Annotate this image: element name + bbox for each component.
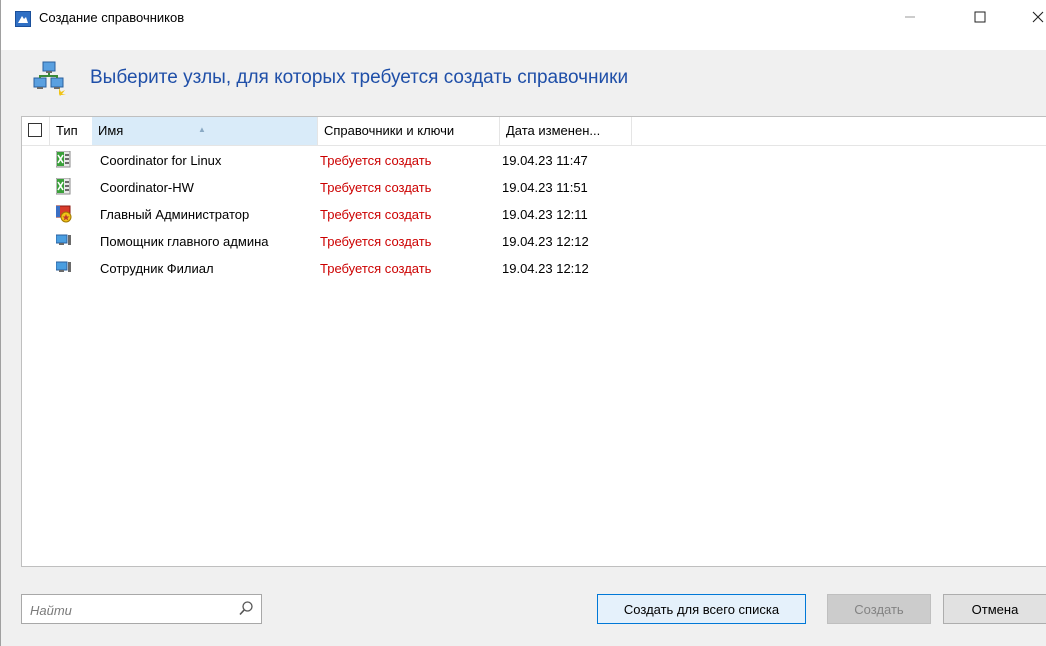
close-icon bbox=[1032, 11, 1044, 23]
dialog-header: Выберите узлы, для которых требуется соз… bbox=[1, 50, 1046, 112]
minimize-button[interactable] bbox=[887, 0, 933, 34]
column-keys[interactable]: Справочники и ключи bbox=[318, 117, 500, 145]
column-keys-label: Справочники и ключи bbox=[324, 123, 455, 138]
table-row[interactable]: Главный Администратор Требуется создать … bbox=[22, 201, 1046, 228]
header-instruction: Выберите узлы, для которых требуется соз… bbox=[90, 67, 629, 88]
client-icon bbox=[55, 259, 72, 277]
column-name[interactable]: Имя ▲ bbox=[92, 117, 318, 145]
title-bar: Создание справочников bbox=[1, 0, 1046, 50]
table-row[interactable]: Coordinator for Linux Требуется создать … bbox=[22, 147, 1046, 174]
close-button[interactable] bbox=[1015, 0, 1046, 34]
admin-icon bbox=[55, 205, 72, 223]
table-row[interactable]: Сотрудник Филиал Требуется создать 19.04… bbox=[22, 255, 1046, 282]
row-status: Требуется создать bbox=[320, 207, 432, 222]
table-row[interactable]: Помощник главного админа Требуется созда… bbox=[22, 228, 1046, 255]
coordinator-icon bbox=[55, 150, 72, 169]
search-input[interactable] bbox=[28, 599, 232, 621]
coordinator-icon bbox=[55, 177, 72, 196]
maximize-button[interactable] bbox=[957, 0, 1003, 34]
nodes-list[interactable]: Тип Имя ▲ Справочники и ключи Дата измен… bbox=[21, 116, 1046, 567]
row-status: Требуется создать bbox=[320, 180, 432, 195]
sort-ascending-icon: ▲ bbox=[198, 125, 206, 134]
client-icon bbox=[55, 232, 72, 250]
column-type-label: Тип bbox=[56, 123, 78, 138]
search-icon[interactable] bbox=[238, 600, 254, 623]
table-row[interactable]: Coordinator-HW Требуется создать 19.04.2… bbox=[22, 174, 1046, 201]
cancel-button[interactable]: Отмена bbox=[943, 594, 1046, 624]
row-date: 19.04.23 11:51 bbox=[502, 180, 588, 195]
row-status: Требуется создать bbox=[320, 153, 432, 168]
row-name: Coordinator-HW bbox=[100, 180, 194, 195]
maximize-icon bbox=[974, 11, 986, 23]
row-name: Помощник главного админа bbox=[100, 234, 269, 249]
row-name: Главный Администратор bbox=[100, 207, 250, 222]
network-nodes-icon bbox=[33, 60, 67, 96]
column-date-label: Дата изменен... bbox=[506, 123, 601, 138]
select-all-column[interactable] bbox=[22, 117, 50, 145]
row-name: Coordinator for Linux bbox=[100, 153, 222, 168]
app-icon bbox=[15, 11, 31, 27]
column-type[interactable]: Тип bbox=[50, 117, 92, 145]
row-name: Сотрудник Филиал bbox=[100, 261, 214, 276]
row-date: 19.04.23 12:12 bbox=[502, 234, 589, 249]
minimize-icon bbox=[905, 16, 915, 18]
row-date: 19.04.23 12:12 bbox=[502, 261, 589, 276]
create-button[interactable]: Создать bbox=[827, 594, 931, 624]
row-status: Требуется создать bbox=[320, 234, 432, 249]
search-box[interactable] bbox=[21, 594, 262, 624]
row-status: Требуется создать bbox=[320, 261, 432, 276]
select-all-checkbox[interactable] bbox=[28, 123, 42, 137]
column-date[interactable]: Дата изменен... bbox=[500, 117, 632, 145]
dialog-window: Создание справочников Выберите узлы, для… bbox=[0, 0, 1046, 646]
column-header-row: Тип Имя ▲ Справочники и ключи Дата измен… bbox=[22, 117, 1046, 146]
window-title: Создание справочников bbox=[39, 10, 185, 25]
row-date: 19.04.23 12:11 bbox=[502, 207, 588, 222]
column-name-label: Имя bbox=[98, 123, 124, 138]
create-all-button[interactable]: Создать для всего списка bbox=[597, 594, 806, 624]
row-date: 19.04.23 11:47 bbox=[502, 153, 588, 168]
